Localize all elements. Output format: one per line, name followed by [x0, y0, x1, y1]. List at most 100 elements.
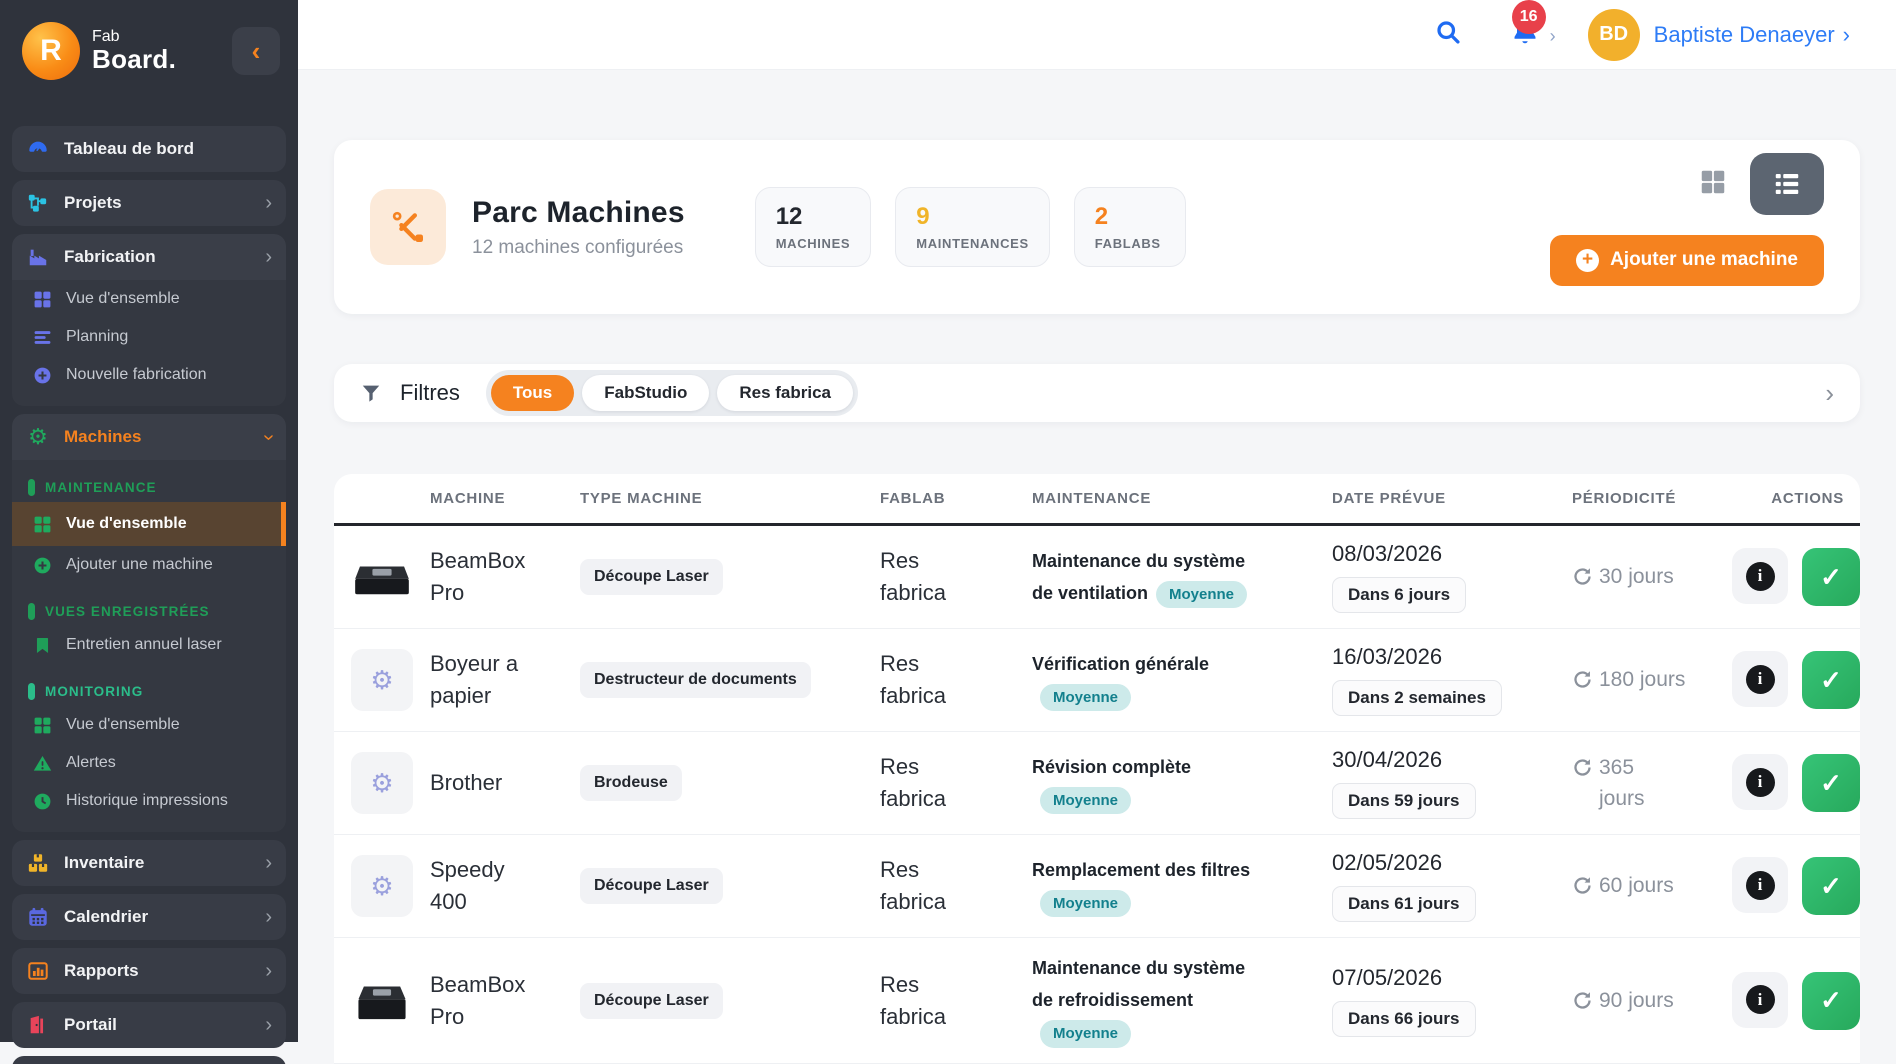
sidebar-subitem-alertes[interactable]: Alertes: [12, 744, 286, 782]
sidebar-subitem-ajouter-machine[interactable]: Ajouter une machine: [12, 546, 286, 584]
machine-placeholder-gear-icon: ⚙: [351, 752, 413, 814]
date-cell: 30/04/2026 Dans 59 jours: [1332, 747, 1572, 819]
filter-pill-res-fabrica[interactable]: Res fabrica: [717, 375, 853, 411]
sidebar-item-label: Rapports: [64, 961, 139, 981]
info-button[interactable]: i: [1732, 651, 1788, 707]
stats-row: 12 MACHINES 9 MAINTENANCES 2 FABLABS: [755, 187, 1186, 267]
bar-chart-icon: [26, 960, 50, 982]
info-button[interactable]: i: [1732, 754, 1788, 810]
logo-text: Fab Board.: [92, 29, 176, 73]
sidebar-subitem-label: Vue d'ensemble: [66, 290, 180, 308]
priority-badge: Moyenne: [1040, 1020, 1131, 1048]
due-badge: Dans 2 semaines: [1332, 680, 1502, 716]
col-actions: ACTIONS: [1771, 490, 1860, 507]
sidebar-item-dashboard[interactable]: Tableau de bord: [12, 126, 286, 172]
topbar: 16 › BD Baptiste Denaeyer ›: [298, 0, 1896, 70]
priority-badge: Moyenne: [1156, 581, 1247, 609]
info-button[interactable]: i: [1732, 857, 1788, 913]
machine-name: Brother: [430, 767, 580, 799]
sidebar-subitem-maintenance-vue[interactable]: Vue d'ensemble: [12, 502, 286, 546]
refresh-icon: [1572, 990, 1593, 1011]
date-cell: 08/03/2026 Dans 6 jours: [1332, 541, 1572, 613]
notifications-button[interactable]: 16 ›: [1510, 16, 1540, 53]
machine-photo: [334, 554, 430, 600]
sidebar-subitem-entretien-annuel-laser[interactable]: Entretien annuel laser: [12, 626, 286, 664]
grid-view-toggle[interactable]: [1698, 167, 1728, 200]
confirm-button[interactable]: ✓: [1802, 651, 1860, 709]
filter-pill-tous[interactable]: Tous: [491, 375, 574, 411]
sidebar-subitem-label: Vue d'ensemble: [66, 716, 180, 734]
list-view-toggle[interactable]: [1750, 153, 1824, 215]
chevron-right-icon[interactable]: ›: [1825, 378, 1834, 409]
sidebar-item-label: Fabrication: [64, 247, 156, 267]
sidebar-subitem-monitoring-vue[interactable]: Vue d'ensemble: [12, 706, 286, 744]
table-row: BeamBox Pro Découpe Laser Res fabrica Ma…: [334, 526, 1860, 629]
machines-table: MACHINE TYPE MACHINE FABLAB MAINTENANCE …: [334, 474, 1860, 1064]
confirm-button[interactable]: ✓: [1802, 857, 1860, 915]
sidebar-subitem-nouvelle-fabrication[interactable]: Nouvelle fabrication: [12, 356, 286, 394]
type-badge: Destructeur de documents: [580, 662, 811, 698]
maintenance-cell: Maintenance du système de ventilationMoy…: [1032, 545, 1332, 610]
info-icon: i: [1746, 665, 1775, 694]
sidebar-item-fabrication[interactable]: Fabrication ›: [12, 234, 286, 280]
confirm-button[interactable]: ✓: [1802, 754, 1860, 812]
search-button[interactable]: [1434, 18, 1462, 51]
user-menu[interactable]: BD Baptiste Denaeyer ›: [1588, 9, 1850, 61]
sidebar-subitem-label: Entretien annuel laser: [66, 636, 222, 654]
col-type-machine: TYPE MACHINE: [580, 490, 880, 507]
factory-icon: [26, 246, 50, 268]
sidebar-item-portail[interactable]: Portail ›: [12, 1002, 286, 1048]
sidebar-item-inventaire[interactable]: Inventaire ›: [12, 840, 286, 886]
confirm-button[interactable]: ✓: [1802, 972, 1860, 1030]
fablab-filter-pills: Tous FabStudio Res fabrica: [486, 370, 858, 416]
fabboard-logo[interactable]: R Fab Board.: [22, 22, 176, 80]
confirm-button[interactable]: ✓: [1802, 548, 1860, 606]
sidebar-subitem-historique-impressions[interactable]: Historique impressions: [12, 782, 286, 820]
fablab-cell: Res fabrica: [880, 648, 1032, 712]
sidebar-item-label: Portail: [64, 1015, 117, 1035]
chevron-left-icon: ‹: [252, 36, 261, 66]
table-row: ⚙ Speedy 400 Découpe Laser Res fabrica R…: [334, 835, 1860, 938]
page-title: Parc Machines: [472, 196, 685, 230]
check-icon: ✓: [1820, 562, 1842, 592]
type-badge: Découpe Laser: [580, 559, 723, 595]
user-name: Baptiste Denaeyer: [1654, 22, 1835, 48]
periodicity-cell: 90 jours: [1572, 985, 1732, 1017]
priority-badge: Moyenne: [1040, 787, 1131, 815]
refresh-icon: [1572, 566, 1593, 587]
add-machine-button[interactable]: + Ajouter une machine: [1550, 235, 1824, 286]
table-header-row: MACHINE TYPE MACHINE FABLAB MAINTENANCE …: [334, 474, 1860, 526]
filter-pill-fabstudio[interactable]: FabStudio: [582, 375, 709, 411]
sidebar-subitem-fabrication-planning[interactable]: Planning: [12, 318, 286, 356]
chevron-right-icon: ›: [265, 192, 272, 215]
fablab-cell: Res fabrica: [880, 854, 1032, 918]
sidebar-group-fabrication: Fabrication › Vue d'ensemble Planning: [12, 234, 286, 406]
fablab-cell: Res fabrica: [880, 751, 1032, 815]
section-monitoring: MONITORING: [12, 676, 286, 706]
check-icon: ✓: [1820, 871, 1842, 901]
info-button[interactable]: i: [1732, 972, 1788, 1028]
sidebar-item-calendrier[interactable]: Calendrier ›: [12, 894, 286, 940]
sidebar-item-machines[interactable]: ⚙ Machines ›: [12, 414, 286, 460]
chevron-right-icon: ›: [1843, 22, 1850, 48]
calendar-icon: [26, 906, 50, 928]
col-machine: MACHINE: [430, 490, 580, 507]
chevron-right-icon: ›: [265, 1014, 272, 1037]
periodicity-cell: 60 jours: [1572, 870, 1732, 902]
avatar: BD: [1588, 9, 1640, 61]
info-icon: i: [1746, 985, 1775, 1014]
col-periodicite: PÉRIODICITÉ: [1572, 490, 1732, 507]
info-button[interactable]: i: [1732, 548, 1788, 604]
plus-circle-icon: [30, 366, 54, 385]
sidebar-item-projets[interactable]: Projets ›: [12, 180, 286, 226]
boxes-icon: [26, 852, 50, 874]
table-row: ⚙ Boyeur a papier Destructeur de documen…: [334, 629, 1860, 732]
sidebar-subitem-fabrication-vue[interactable]: Vue d'ensemble: [12, 280, 286, 318]
stat-fablabs: 2 FABLABS: [1074, 187, 1186, 267]
page-header-card: Parc Machines 12 machines configurées 12…: [334, 140, 1860, 314]
sidebar-collapse-button[interactable]: ‹: [232, 27, 280, 75]
sidebar-subitem-label: Alertes: [66, 754, 116, 772]
tools-icon: [370, 189, 446, 265]
section-bar-icon: [28, 603, 35, 620]
sidebar-item-rapports[interactable]: Rapports ›: [12, 948, 286, 994]
